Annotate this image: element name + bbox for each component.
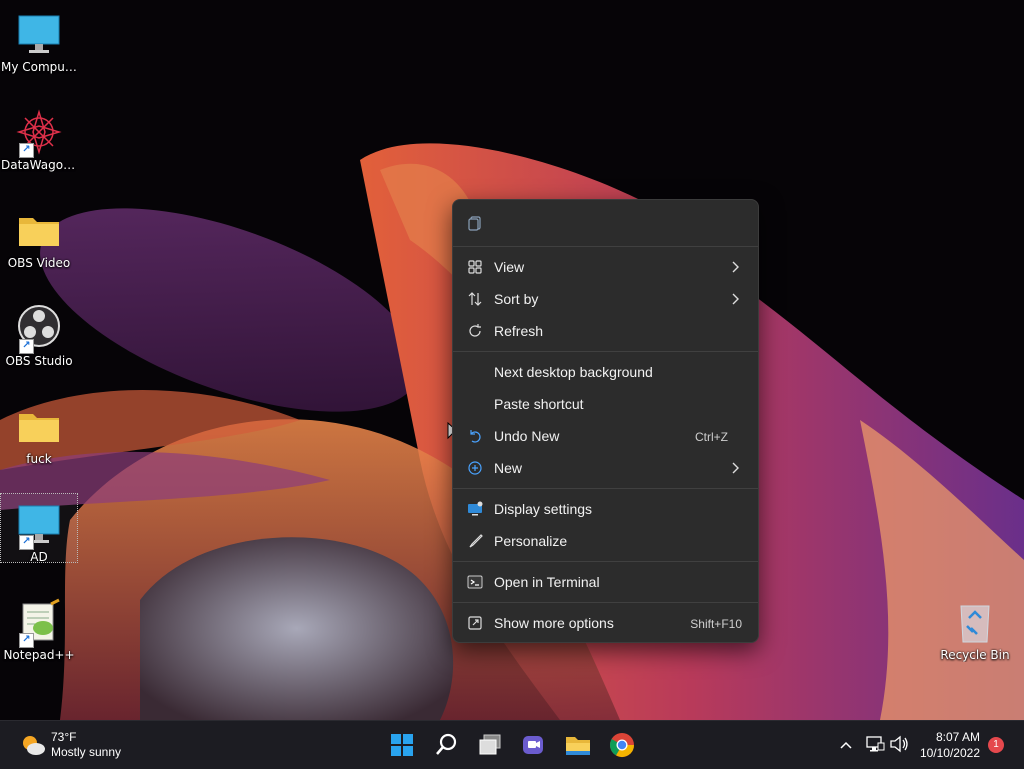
shortcut-arrow-icon: ↗: [19, 633, 34, 648]
grid-icon: [468, 260, 482, 274]
weather-widget[interactable]: 73°F Mostly sunny: [14, 721, 144, 769]
chat-button[interactable]: [518, 729, 550, 761]
volume-icon[interactable]: [888, 733, 910, 755]
clock-time: 8:07 AM: [935, 730, 980, 744]
menu-separator: [453, 602, 758, 603]
folder-icon: [15, 206, 63, 254]
menu-item-personalize[interactable]: Personalize: [457, 526, 754, 556]
menu-item-view[interactable]: View: [457, 252, 754, 282]
start-icon: [391, 734, 413, 756]
menu-item-label: Display settings: [494, 501, 593, 517]
keyboard-shortcut: Ctrl+Z: [695, 430, 728, 444]
plus-circle-icon: [468, 461, 482, 475]
weather-temperature: 73°F: [51, 730, 77, 744]
desktop-icon-obs-video[interactable]: OBS Video: [1, 200, 77, 270]
keyboard-shortcut: Shift+F10: [690, 617, 742, 631]
refresh-icon: [469, 324, 481, 337]
desktop-icon-label: Notepad++: [3, 648, 75, 662]
chrome-button[interactable]: [606, 729, 638, 761]
menu-item-paste-shortcut[interactable]: Paste shortcut: [457, 389, 754, 419]
desktop-icon-my-computer[interactable]: My Computer: [1, 4, 77, 74]
menu-item-label: Personalize: [494, 533, 568, 549]
search-button[interactable]: [430, 729, 462, 761]
desktop-icon-ad[interactable]: ↗ AD: [0, 493, 78, 564]
chevron-right-icon: [732, 293, 739, 305]
menu-item-label: Refresh: [494, 323, 544, 339]
terminal-icon: [467, 575, 483, 589]
monitor-icon: ↗: [15, 500, 63, 550]
desktop-icon-datawagon[interactable]: ↗ DataWagon...: [1, 102, 77, 172]
menu-separator: [453, 561, 758, 562]
task-view-button[interactable]: [474, 729, 506, 761]
desktop-context-menu: View Sort by Refresh Next desktop backgr…: [452, 199, 759, 643]
chat-icon: [523, 736, 543, 754]
menu-separator: [453, 351, 758, 352]
menu-item-label: Paste shortcut: [494, 396, 584, 412]
copy-icon[interactable]: [467, 215, 483, 231]
menu-item-label: Next desktop background: [494, 364, 653, 380]
monitor-icon: [15, 10, 63, 58]
desktop-icon-label: Recycle Bin: [940, 648, 1010, 662]
recycle-bin-icon: [951, 598, 999, 646]
datawagon-logo-icon: ↗: [15, 108, 63, 158]
notification-badge[interactable]: 1: [988, 737, 1004, 753]
shortcut-arrow-icon: ↗: [19, 143, 34, 158]
menu-item-display-settings[interactable]: Display settings: [457, 494, 754, 524]
desktop-icon-label: fuck: [26, 452, 52, 466]
chevron-right-icon: [732, 261, 739, 273]
desktop-icon-label: OBS Studio: [5, 354, 73, 368]
desktop-icon-label: DataWagon...: [1, 158, 77, 172]
desktop-icon-folder[interactable]: fuck: [1, 396, 77, 466]
menu-item-label: Open in Terminal: [494, 574, 600, 590]
folder-icon: [15, 402, 63, 450]
weather-condition: Mostly sunny: [51, 745, 122, 759]
menu-item-label: View: [494, 259, 525, 275]
clock-date: 10/10/2022: [919, 746, 980, 760]
menu-item-new[interactable]: New: [457, 453, 754, 483]
sort-icon: [468, 292, 482, 306]
desktop-icon-recycle-bin[interactable]: Recycle Bin: [937, 592, 1013, 662]
task-view-icon: [479, 734, 501, 755]
menu-item-show-more-options[interactable]: Show more options Shift+F10: [457, 608, 754, 638]
expand-icon: [468, 616, 482, 630]
desktop-icon-notepad-plus-plus[interactable]: ↗ Notepad++: [1, 592, 77, 662]
start-button[interactable]: [386, 729, 418, 761]
desktop-icon-label: My Computer: [1, 60, 77, 74]
file-explorer-button[interactable]: [562, 729, 594, 761]
undo-icon: [470, 430, 481, 443]
shortcut-arrow-icon: ↗: [19, 535, 34, 550]
menu-separator: [453, 488, 758, 489]
obs-logo-icon: ↗: [15, 304, 63, 354]
desktop-icon-label: OBS Video: [7, 256, 71, 270]
system-clock[interactable]: 8:07 AM 10/10/2022: [920, 729, 980, 761]
network-icon[interactable]: [864, 733, 886, 755]
menu-item-label: Show more options: [494, 615, 614, 631]
brush-icon: [469, 534, 483, 548]
taskbar: 73°F Mostly sunny 8:07 AM 10/10/2022: [0, 720, 1024, 769]
notepad-plus-plus-icon: ↗: [15, 598, 63, 648]
desktop-icon-obs-studio[interactable]: ↗ OBS Studio: [1, 298, 77, 368]
chevron-right-icon: [732, 462, 739, 474]
menu-item-next-desktop-background[interactable]: Next desktop background: [457, 357, 754, 387]
display-icon: [468, 501, 483, 516]
desktop-icon-label: AD: [30, 550, 48, 564]
menu-item-open-in-terminal[interactable]: Open in Terminal: [457, 567, 754, 597]
file-explorer-icon: [566, 737, 590, 755]
menu-item-label: Undo New: [494, 428, 560, 444]
context-menu-quick-actions: [453, 200, 758, 247]
menu-item-sort-by[interactable]: Sort by: [457, 284, 754, 314]
shortcut-arrow-icon: ↗: [19, 339, 34, 354]
search-icon: [436, 733, 457, 755]
chrome-icon: [609, 733, 634, 758]
partly-sunny-icon: [23, 736, 45, 755]
chevron-up-icon[interactable]: [838, 737, 854, 753]
menu-item-label: Sort by: [494, 291, 539, 307]
menu-item-undo-new[interactable]: Undo New Ctrl+Z: [457, 421, 754, 451]
menu-item-refresh[interactable]: Refresh: [457, 316, 754, 346]
menu-item-label: New: [494, 460, 523, 476]
